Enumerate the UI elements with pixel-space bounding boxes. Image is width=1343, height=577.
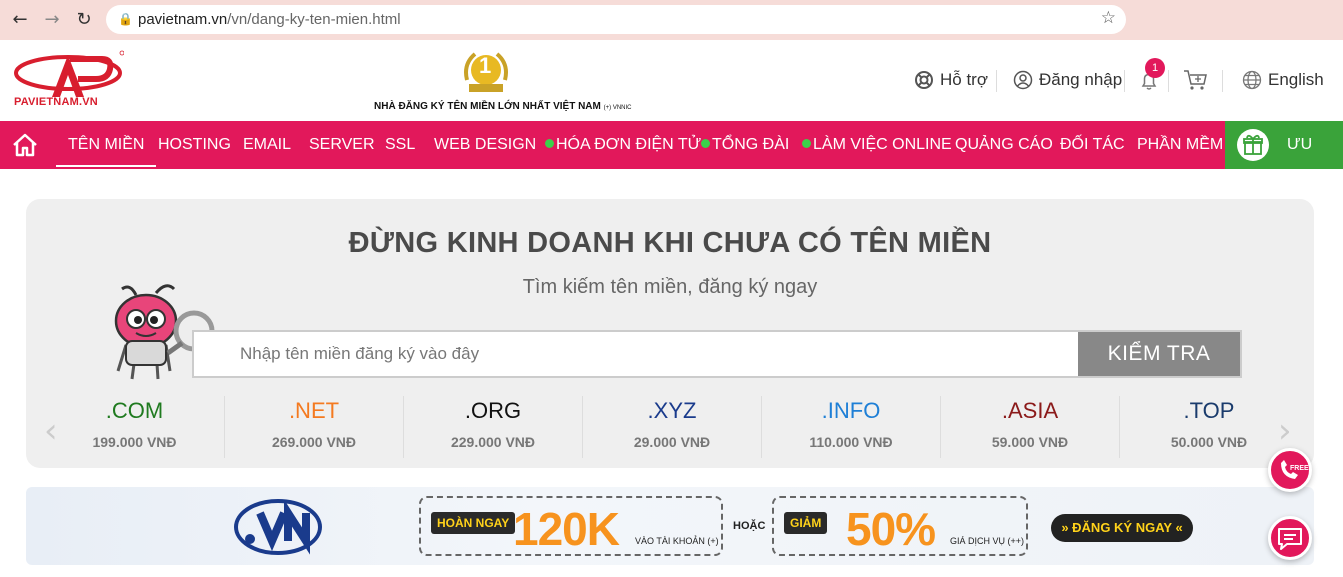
tld-item-top[interactable]: .TOP 50.000 VNĐ bbox=[1119, 396, 1298, 458]
status-dot bbox=[701, 139, 710, 148]
vn-domain-logo bbox=[234, 499, 322, 555]
cashback-offer: HOÀN NGAY 120K VÀO TÀI KHOẢN (+) bbox=[419, 496, 723, 556]
cashback-amount: 120K bbox=[513, 503, 620, 555]
free-label: FREE bbox=[1290, 465, 1309, 472]
url-text: pavietnam.vn/vn/dang-ky-ten-mien.html bbox=[138, 11, 401, 28]
globe-icon bbox=[1242, 70, 1262, 90]
tld-name: .XYZ bbox=[647, 398, 697, 423]
divider bbox=[996, 70, 997, 92]
promo-banner[interactable]: HOÀN NGAY 120K VÀO TÀI KHOẢN (+) HOẶC GI… bbox=[26, 487, 1314, 565]
gift-icon bbox=[1237, 129, 1269, 161]
support-label: Hỗ trợ bbox=[940, 70, 988, 89]
domain-search-panel: ĐỪNG KINH DOANH KHI CHƯA CÓ TÊN MIỀN Tìm… bbox=[26, 199, 1314, 468]
nav-item-tong-dai[interactable]: TỔNG ĐÀI bbox=[701, 121, 789, 169]
search-subtitle: Tìm kiếm tên miền, đăng ký ngay bbox=[522, 276, 818, 298]
bookmark-star-icon[interactable]: ☆ bbox=[1101, 8, 1116, 28]
or-text: HOẶC bbox=[733, 520, 766, 532]
register-now-button[interactable]: » ĐĂNG KÝ NGAY « bbox=[1051, 514, 1193, 542]
nav-item-doi-tac[interactable]: ĐỐI TÁC bbox=[1060, 121, 1125, 169]
home-icon[interactable] bbox=[12, 133, 38, 157]
divider bbox=[1124, 70, 1125, 92]
user-icon bbox=[1013, 70, 1033, 90]
tld-item-xyz[interactable]: .XYZ 29.000 VNĐ bbox=[582, 396, 761, 458]
nav-item-email[interactable]: EMAIL bbox=[243, 121, 291, 169]
divider bbox=[1222, 70, 1223, 92]
logo-text: PAVIETNAM.VN bbox=[14, 96, 98, 108]
chat-bubble-icon bbox=[1278, 528, 1302, 550]
nav-item-ssl[interactable]: SSL bbox=[385, 121, 415, 169]
domain-search-input[interactable] bbox=[194, 332, 1078, 376]
cart-icon[interactable] bbox=[1183, 68, 1209, 92]
nav-item-web-design[interactable]: WEB DESIGN bbox=[434, 121, 536, 169]
tld-price: 29.000 VNĐ bbox=[633, 434, 711, 450]
tld-name: .ORG bbox=[464, 398, 522, 423]
search-field-wrapper: KIỂM TRA bbox=[192, 330, 1242, 378]
nav-item-hosting[interactable]: HOSTING bbox=[158, 121, 231, 169]
tld-price: 110.000 VNĐ bbox=[809, 434, 893, 450]
tld-price: 269.000 VNĐ bbox=[271, 434, 357, 450]
login-link[interactable]: Đăng nhập bbox=[1013, 70, 1122, 90]
tld-price: 199.000 VNĐ bbox=[92, 434, 177, 450]
status-dot bbox=[802, 139, 811, 148]
tld-name: .ASIA bbox=[1001, 398, 1059, 423]
notification-count: 1 bbox=[1145, 58, 1165, 78]
nav-item-phan-mem[interactable]: PHẦN MỀM bbox=[1137, 121, 1223, 169]
tld-item-net[interactable]: .NET 269.000 VNĐ bbox=[224, 396, 403, 458]
lifebuoy-icon bbox=[915, 71, 933, 89]
nav-item-lam-viec-online[interactable]: LÀM VIỆC ONLINE bbox=[802, 121, 952, 169]
tld-item-info[interactable]: .INFO 110.000 VNĐ bbox=[761, 396, 940, 458]
language-switch[interactable]: English bbox=[1242, 70, 1324, 90]
nav-item-server[interactable]: SERVER bbox=[309, 121, 375, 169]
tld-price: 229.000 VNĐ bbox=[450, 434, 536, 450]
address-bar[interactable]: 🔒 pavietnam.vn/vn/dang-ky-ten-mien.html … bbox=[106, 5, 1126, 34]
tld-item-asia[interactable]: .ASIA 59.000 VNĐ bbox=[940, 396, 1119, 458]
nav-item-hoa-don-dien-tu[interactable]: HÓA ĐƠN ĐIỆN TỬ bbox=[545, 121, 701, 169]
tld-price: 59.000 VNĐ bbox=[991, 434, 1069, 450]
language-label: English bbox=[1268, 70, 1324, 89]
site-header: PAVIETNAM.VN 1 NHÀ ĐĂNG KÝ TÊN MIỀN LỚN … bbox=[0, 40, 1343, 121]
promo-nav-button[interactable]: ƯU ĐÃI bbox=[1225, 121, 1343, 201]
tld-name: .TOP bbox=[1183, 398, 1235, 423]
search-title: ĐỪNG KINH DOANH KHI CHƯA CÓ TÊN MIỀN bbox=[348, 227, 992, 259]
discount-amount: 50% bbox=[846, 503, 936, 555]
tld-price: 50.000 VNĐ bbox=[1170, 434, 1248, 450]
tld-name: .INFO bbox=[821, 398, 881, 423]
award-number: 1 bbox=[479, 53, 492, 78]
chat-button[interactable] bbox=[1268, 516, 1312, 560]
cashback-note: VÀO TÀI KHOẢN (+) bbox=[635, 536, 719, 546]
status-dot bbox=[545, 139, 554, 148]
discount-offer: GIẢM 50% GIÁ DỊCH VỤ (++) bbox=[772, 496, 1028, 556]
support-link[interactable]: Hỗ trợ bbox=[914, 70, 988, 90]
nav-item-ten-mien[interactable]: TÊN MIỀN bbox=[55, 121, 157, 169]
divider bbox=[1168, 70, 1169, 92]
login-label: Đăng nhập bbox=[1039, 70, 1123, 89]
cashback-pill: HOÀN NGAY bbox=[431, 512, 516, 534]
tld-name: .NET bbox=[288, 398, 340, 423]
browser-toolbar: ← → ↻ 🔒 pavietnam.vn/vn/dang-ky-ten-mien… bbox=[0, 0, 1343, 40]
reload-icon[interactable]: ↻ bbox=[72, 8, 96, 32]
tld-item-com[interactable]: .COM 199.000 VNĐ bbox=[45, 396, 224, 458]
free-call-button[interactable]: FREE bbox=[1268, 448, 1312, 492]
forward-arrow-icon[interactable]: → bbox=[40, 8, 64, 32]
lock-icon: 🔒 bbox=[118, 12, 133, 26]
tld-item-org[interactable]: .ORG 229.000 VNĐ bbox=[403, 396, 582, 458]
back-arrow-icon[interactable]: ← bbox=[8, 8, 32, 32]
check-domain-button[interactable]: KIỂM TRA bbox=[1078, 332, 1240, 376]
site-tagline: NHÀ ĐĂNG KÝ TÊN MIỀN LỚN NHẤT VIỆT NAM (… bbox=[374, 101, 632, 112]
tld-name: .COM bbox=[105, 398, 164, 423]
nav-item-quang-cao[interactable]: QUẢNG CÁO bbox=[955, 121, 1053, 169]
discount-note: GIÁ DỊCH VỤ (++) bbox=[950, 536, 1025, 546]
discount-pill: GIẢM bbox=[784, 512, 828, 534]
main-nav: TÊN MIỀN HOSTING EMAIL SERVER SSL WEB DE… bbox=[0, 121, 1343, 201]
